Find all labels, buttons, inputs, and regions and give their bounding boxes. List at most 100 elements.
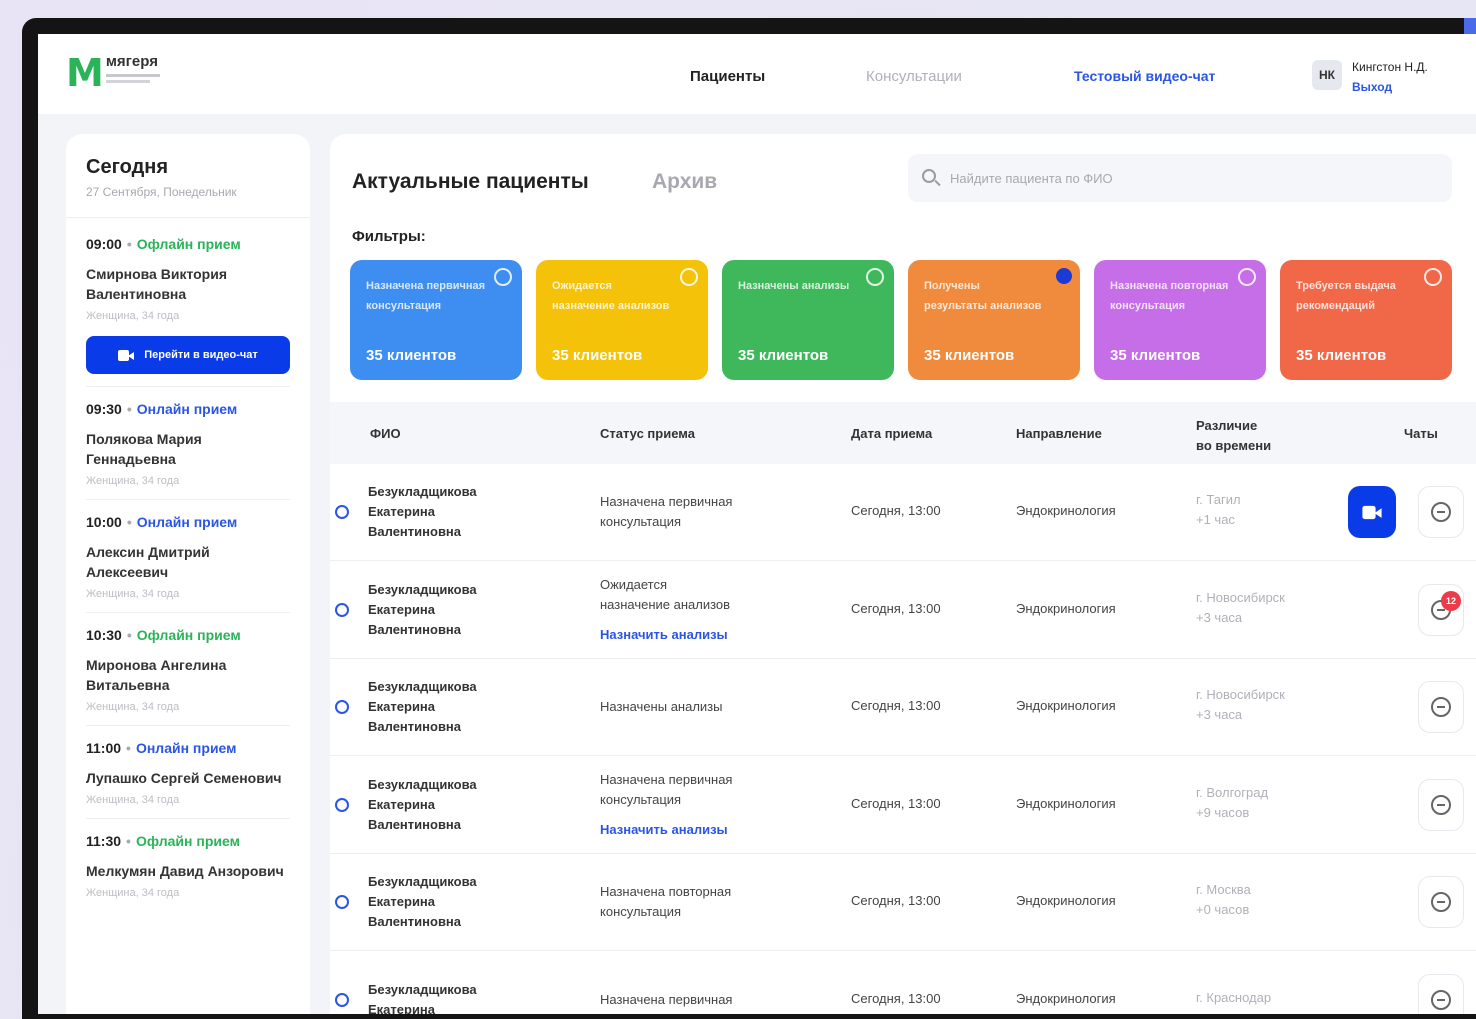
appointment-item[interactable]: 10:30 • Офлайн прием Миронова Ангелина Вита…	[86, 627, 290, 726]
row-select-radio[interactable]	[335, 700, 349, 714]
filter-label: Назначена первичная консультация	[366, 280, 486, 312]
row-select-radio[interactable]	[335, 992, 349, 1007]
open-chat-button[interactable]: 12	[1418, 583, 1464, 636]
go-to-video-chat-button[interactable]: Перейти в видео-чат	[86, 336, 290, 374]
appointment-header: 11:30 • Офлайн прием	[86, 833, 290, 849]
separator-dot: •	[126, 833, 131, 849]
tab-archive[interactable]: Архив	[652, 170, 717, 194]
separator-dot: •	[126, 627, 132, 643]
table-row: Безукладщикова Екатерина Валентиновна Назна…	[330, 659, 1476, 756]
filter-card[interactable]: Назначены анализы 35 клиентов	[722, 260, 894, 380]
appointment-date: Сегодня, 13:00	[851, 600, 941, 616]
column-header-status[interactable]: Статус приема	[600, 426, 695, 441]
today-date: 27 Сентября, Понедельник	[86, 185, 237, 199]
time-difference: г. Краснодар	[1196, 989, 1272, 1005]
patient-full-name[interactable]: Безукладщикова Екатерина Валентиновна	[368, 580, 477, 640]
open-chat-button[interactable]	[1418, 973, 1464, 1014]
filter-radio[interactable]	[1056, 268, 1072, 284]
filter-cards: Назначена первичная консультация 35 клиен…	[350, 260, 1452, 380]
appointment-header: 10:30 • Офлайн прием	[86, 627, 290, 643]
nav-patients[interactable]: Пациенты	[690, 68, 765, 85]
patient-full-name[interactable]: Безукладщикова Екатерина Валентиновна	[368, 482, 477, 542]
logout-link[interactable]: Выход	[1352, 80, 1392, 94]
patient-full-name[interactable]: Безукладщикова Екатерина Валентиновна	[368, 872, 477, 932]
appointment-item[interactable]: 09:00 • Офлайн прием Смирнова Виктория Вале…	[86, 236, 290, 387]
filter-count: 35 клиентов	[738, 347, 829, 364]
separator-dot: •	[126, 514, 132, 530]
filter-label: Получены результаты анализов	[924, 280, 1042, 312]
filter-radio[interactable]	[1424, 268, 1442, 286]
appointment-item[interactable]: 11:30 • Офлайн прием Мелкумян Давид Анзоров…	[86, 833, 290, 911]
patient-name: Алексин Дмитрий Алексеевич	[86, 544, 210, 580]
column-header-time-difference[interactable]: Различие во времени	[1196, 416, 1271, 456]
assign-tests-link[interactable]: Назначить анализы	[600, 820, 732, 840]
direction: Эндокринология	[1016, 503, 1116, 518]
filter-card[interactable]: Получены результаты анализов 35 клиентов	[908, 260, 1080, 380]
filter-label: Ожидается назначение анализов	[552, 280, 670, 312]
open-chat-button[interactable]	[1418, 486, 1464, 538]
filter-label: Требуется выдача рекомендаций	[1296, 280, 1396, 312]
today-title: Сегодня	[86, 156, 169, 178]
appointment-item[interactable]: 10:00 • Онлайн прием Алексин Дмитрий Алексе…	[86, 514, 290, 613]
open-chat-button[interactable]	[1418, 681, 1464, 733]
filter-card[interactable]: Требуется выдача рекомендаций 35 клиентов	[1280, 260, 1452, 380]
row-select-radio[interactable]	[335, 895, 349, 909]
appointment-status: Назначены анализы	[600, 699, 723, 714]
patient-name: Лупашко Сергей Семенович	[86, 770, 282, 786]
appointment-item[interactable]: 09:30 • Онлайн прием Полякова Мария Геннадь…	[86, 401, 290, 500]
filter-radio[interactable]	[680, 268, 698, 286]
direction: Эндокринология	[1016, 600, 1116, 616]
patient-full-name[interactable]: Безукладщикова Екатерина Валентиновна	[368, 677, 477, 737]
video-camera-icon	[118, 349, 135, 361]
logo-name: мягеря	[105, 53, 158, 70]
column-header-date[interactable]: Дата приема	[851, 426, 932, 441]
patient-name: Мелкумян Давид Анзорович	[86, 863, 284, 879]
filter-count: 35 клиентов	[1296, 347, 1387, 364]
assign-tests-link[interactable]: Назначить анализы	[600, 625, 730, 645]
patients-panel: Актуальные пациенты Архив Фильтры: Назна…	[330, 134, 1476, 1014]
row-select-radio[interactable]	[335, 505, 349, 519]
appointment-date: Сегодня, 13:00	[851, 990, 941, 1006]
filter-count: 35 клиентов	[552, 347, 643, 364]
appointment-time: 11:00	[86, 740, 122, 756]
column-header-name[interactable]: ФИО	[370, 426, 401, 441]
start-video-call-button[interactable]	[1348, 486, 1396, 538]
filter-card[interactable]: Назначена повторная консультация 35 клиен…	[1094, 260, 1266, 380]
appointment-header: 10:00 • Онлайн прием	[86, 514, 290, 530]
open-chat-button[interactable]	[1418, 778, 1464, 831]
table-row: Безукладщикова Екатерина Валентиновна Ожида…	[330, 562, 1476, 659]
filter-radio[interactable]	[1238, 268, 1256, 286]
filter-card[interactable]: Ожидается назначение анализов 35 клиентов	[536, 260, 708, 380]
appointment-header: 09:00 • Офлайн прием	[86, 236, 290, 252]
nav-test-video-chat[interactable]: Тестовый видео-чат	[1074, 68, 1215, 84]
avatar[interactable]: НК	[1312, 60, 1342, 90]
appointment-date: Сегодня, 13:00	[851, 795, 941, 811]
column-header-direction[interactable]: Направление	[1016, 426, 1102, 441]
direction: Эндокринология	[1016, 698, 1116, 713]
table-row: Безукладщикова Екатерина Назначена первичн…	[330, 952, 1476, 1015]
filter-radio[interactable]	[494, 268, 512, 286]
search-input[interactable]	[950, 170, 1430, 186]
patient-full-name[interactable]: Безукладщикова Екатерина	[368, 980, 477, 1015]
patient-meta: Женщина, 34 года	[86, 310, 180, 322]
direction: Эндокринология	[1016, 893, 1116, 908]
filter-radio[interactable]	[866, 268, 884, 286]
patient-name: Смирнова Виктория Валентиновна	[86, 266, 228, 302]
table-row: Безукладщикова Екатерина Валентиновна Назна…	[330, 464, 1476, 561]
appointment-item[interactable]: 11:00 • Онлайн прием Лупашко Сергей Семенов…	[86, 740, 290, 819]
patient-meta: Женщина, 34 года	[86, 701, 180, 713]
filters-label: Фильтры:	[352, 228, 426, 245]
user-name: Кингстон Н.Д.	[1352, 60, 1428, 74]
tab-current-patients[interactable]: Актуальные пациенты	[352, 170, 589, 194]
time-difference: г. Тагил +1 час	[1196, 492, 1241, 527]
filter-card[interactable]: Назначена первичная консультация 35 клиен…	[350, 260, 522, 380]
header: M мягеря Пациенты Консультации Тестовый …	[38, 34, 1476, 114]
logo[interactable]: M мягеря	[66, 54, 160, 92]
row-select-radio[interactable]	[335, 797, 349, 812]
row-select-radio[interactable]	[335, 602, 349, 617]
time-difference: г. Новосибирск +3 часа	[1196, 687, 1285, 722]
patient-full-name[interactable]: Безукладщикова Екатерина Валентиновна	[368, 775, 477, 835]
nav-consultations[interactable]: Консультации	[866, 68, 962, 85]
open-chat-button[interactable]	[1418, 876, 1464, 928]
chat-icon	[1431, 697, 1451, 717]
